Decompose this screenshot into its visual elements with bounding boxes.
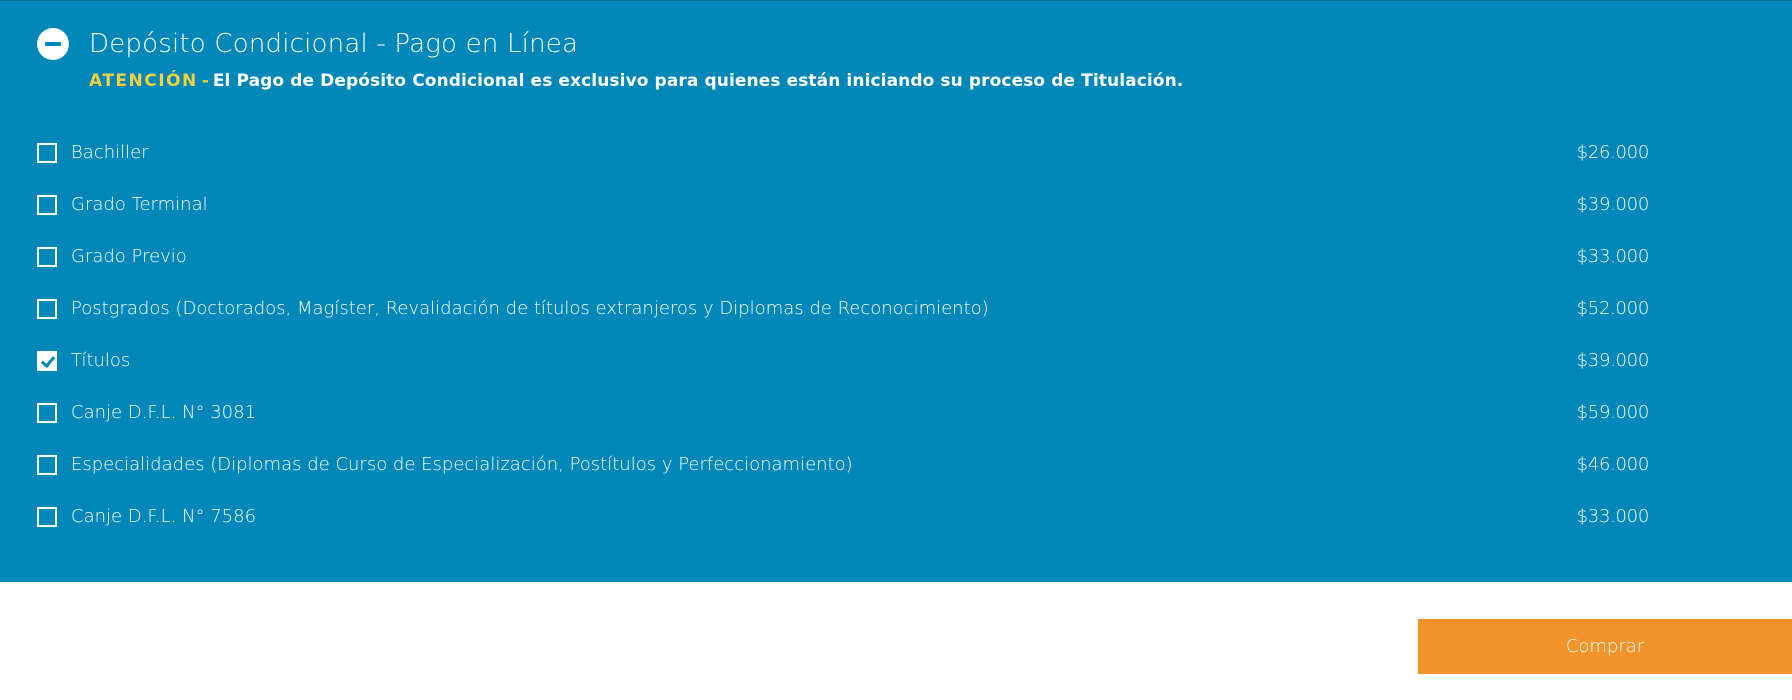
notice-message: El Pago de Depósito Condicional es exclu… xyxy=(212,71,1184,91)
option-price: $46.000 xyxy=(1576,454,1650,475)
buy-button[interactable]: Comprar xyxy=(1418,619,1792,674)
checkbox[interactable] xyxy=(37,143,57,163)
minus-circle-icon[interactable] xyxy=(37,28,69,60)
checkbox[interactable] xyxy=(37,507,57,527)
checkbox[interactable] xyxy=(37,247,57,267)
option-label: Bachiller xyxy=(71,142,149,163)
option-label: Grado Previo xyxy=(71,246,187,267)
payment-panel: Depósito Condicional - Pago en Línea ATE… xyxy=(0,0,1792,582)
option-bachiller[interactable]: Bachiller $26.000 xyxy=(37,137,1649,189)
checkbox[interactable] xyxy=(37,195,57,215)
checkbox[interactable] xyxy=(37,351,57,371)
notice-label: ATENCIÓN xyxy=(89,71,198,91)
option-titulos[interactable]: Títulos $39.000 xyxy=(37,345,1649,397)
option-label: Canje D.F.L. N° 3081 xyxy=(71,402,257,423)
option-price: $33.000 xyxy=(1576,246,1650,267)
option-price: $26.000 xyxy=(1576,142,1650,163)
option-grado-previo[interactable]: Grado Previo $33.000 xyxy=(37,241,1649,293)
option-price: $39.000 xyxy=(1576,194,1650,215)
option-label: Canje D.F.L. N° 7586 xyxy=(71,506,257,527)
checkbox[interactable] xyxy=(37,455,57,475)
option-price: $39.000 xyxy=(1576,350,1650,371)
option-price: $52.000 xyxy=(1576,298,1650,319)
option-label: Especialidades (Diplomas de Curso de Esp… xyxy=(71,454,853,475)
notice-separator: - xyxy=(201,71,209,91)
options-list: Bachiller $26.000 Grado Terminal $39.000… xyxy=(37,137,1649,553)
option-label: Postgrados (Doctorados, Magíster, Revali… xyxy=(71,298,989,319)
option-label: Títulos xyxy=(71,350,131,371)
option-postgrados[interactable]: Postgrados (Doctorados, Magíster, Revali… xyxy=(37,293,1649,345)
section-header[interactable]: Depósito Condicional - Pago en Línea xyxy=(37,27,578,61)
option-price: $33.000 xyxy=(1576,506,1650,527)
section-title: Depósito Condicional - Pago en Línea xyxy=(89,29,579,59)
checkbox[interactable] xyxy=(37,299,57,319)
option-especialidades[interactable]: Especialidades (Diplomas de Curso de Esp… xyxy=(37,449,1649,501)
option-price: $59.000 xyxy=(1576,402,1650,423)
option-grado-terminal[interactable]: Grado Terminal $39.000 xyxy=(37,189,1649,241)
option-canje-3081[interactable]: Canje D.F.L. N° 3081 $59.000 xyxy=(37,397,1649,449)
notice-banner: ATENCIÓN - El Pago de Depósito Condicional… xyxy=(89,71,1183,91)
checkbox[interactable] xyxy=(37,403,57,423)
option-label: Grado Terminal xyxy=(71,194,208,215)
option-canje-7586[interactable]: Canje D.F.L. N° 7586 $33.000 xyxy=(37,501,1649,553)
